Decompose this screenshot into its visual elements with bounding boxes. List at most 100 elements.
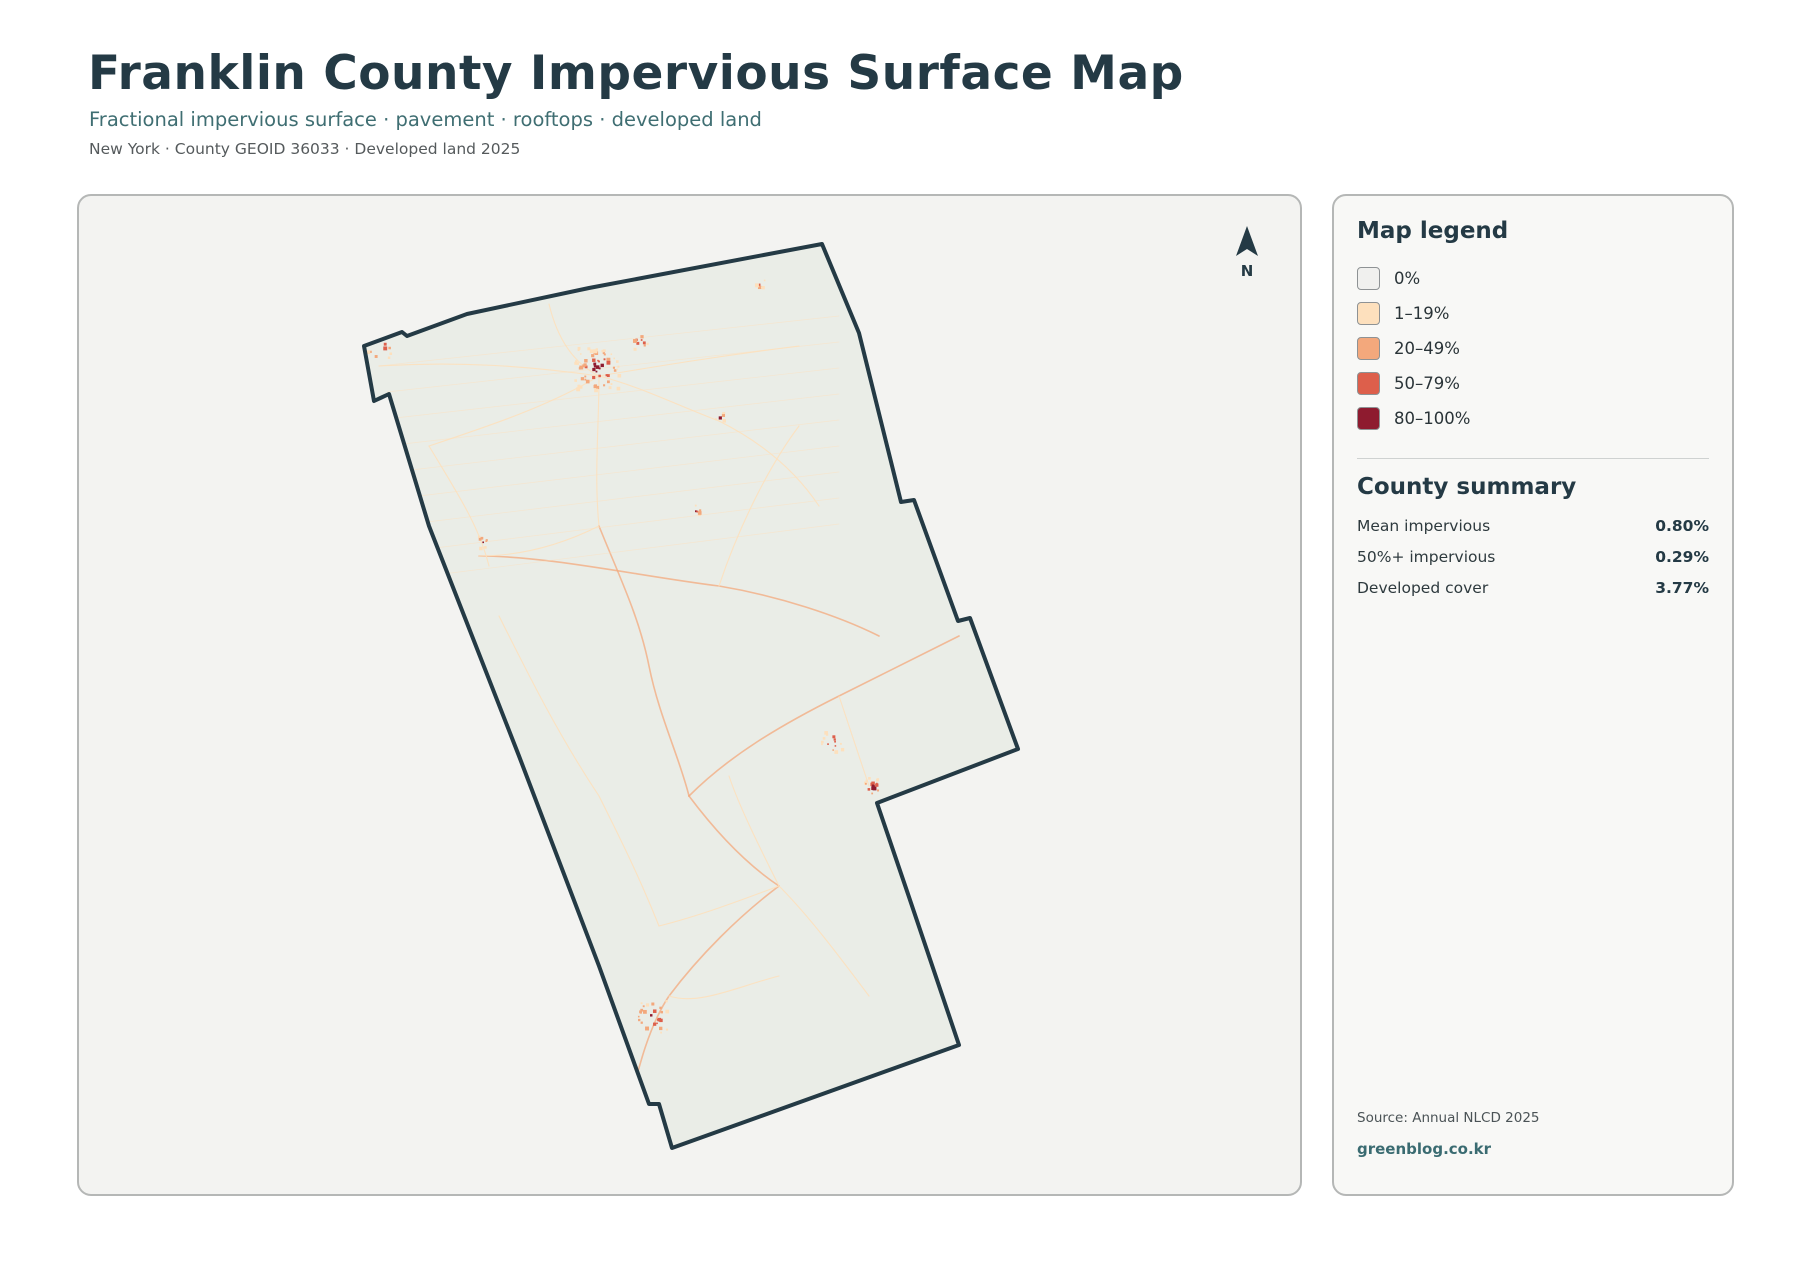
developed-pixel: [821, 743, 823, 746]
legend-swatch: [1357, 336, 1380, 360]
developed-pixel: [918, 832, 921, 835]
summary-label: 50%+ impervious: [1357, 548, 1496, 566]
developed-pixel: [613, 357, 615, 360]
legend-label: 1–19%: [1394, 303, 1450, 323]
developed-pixel: [642, 1005, 645, 1008]
website-link[interactable]: greenblog.co.kr: [1357, 1140, 1491, 1158]
developed-pixel: [876, 778, 880, 781]
developed-pixel: [645, 1026, 650, 1031]
developed-pixel: [714, 418, 717, 421]
developed-pixel: [650, 1014, 653, 1017]
developed-pixel: [593, 362, 597, 366]
developed-pixel: [904, 820, 908, 823]
developed-pixel: [617, 374, 620, 377]
developed-pixel: [612, 366, 615, 369]
north-arrow: N: [1236, 226, 1258, 280]
developed-pixel: [383, 342, 387, 346]
developed-pixel: [640, 1008, 644, 1012]
developed-pixel: [574, 379, 578, 382]
developed-pixel: [478, 537, 482, 541]
developed-pixel: [761, 286, 763, 289]
summary-value: 3.77%: [1655, 579, 1709, 597]
developed-pixel: [580, 353, 582, 355]
developed-pixel: [640, 339, 643, 341]
developed-pixel: [665, 1000, 668, 1003]
developed-pixel: [659, 1026, 663, 1031]
developed-pixel: [597, 359, 599, 362]
legend-label: 20–49%: [1394, 338, 1460, 358]
legend-item: 50–79%: [1357, 371, 1460, 395]
summary-row: Developed cover 3.77%: [1357, 577, 1709, 599]
developed-pixel: [642, 341, 646, 345]
developed-pixel: [365, 335, 368, 338]
developed-pixel: [389, 352, 393, 356]
legend-swatch: [1357, 266, 1380, 290]
developed-pixel: [718, 416, 722, 420]
developed-pixel: [911, 823, 916, 827]
developed-pixel: [721, 413, 726, 417]
legend-item: 20–49%: [1357, 336, 1460, 360]
developed-pixel: [840, 747, 845, 752]
developed-pixel: [592, 375, 596, 380]
developed-pixel: [907, 821, 910, 824]
legend-divider: [1357, 458, 1709, 459]
summary-value: 0.29%: [1655, 548, 1709, 566]
map-canvas[interactable]: N: [79, 196, 1302, 1196]
developed-pixel: [613, 369, 617, 372]
developed-pixel: [372, 336, 376, 340]
developed-pixel: [642, 1009, 647, 1014]
summary-label: Developed cover: [1357, 579, 1489, 597]
legend-swatch: [1357, 406, 1380, 430]
developed-pixel: [595, 370, 598, 373]
developed-pixel: [608, 386, 612, 390]
legend-item: 80–100%: [1357, 406, 1470, 430]
summary-value: 0.80%: [1655, 517, 1709, 535]
developed-pixel: [821, 740, 824, 744]
developed-pixel: [579, 385, 583, 389]
developed-pixel: [365, 334, 369, 338]
legend-item: 0%: [1357, 266, 1420, 290]
developed-pixel: [580, 377, 585, 381]
developed-pixel: [922, 829, 925, 832]
county-fill: [364, 244, 1018, 1148]
developed-pixel: [593, 384, 597, 389]
developed-pixel: [907, 819, 912, 824]
developed-pixel: [902, 832, 905, 836]
developed-pixel: [640, 1002, 643, 1005]
developed-pixel: [638, 1018, 641, 1022]
developed-pixel: [477, 535, 481, 538]
developed-pixel: [833, 738, 836, 741]
source-note: Source: Annual NLCD 2025: [1357, 1110, 1540, 1126]
developed-pixel: [484, 546, 487, 549]
developed-pixel: [867, 788, 871, 791]
developed-pixel: [374, 355, 378, 358]
developed-pixel: [640, 1021, 643, 1024]
developed-pixel: [905, 814, 909, 818]
legend-swatch: [1357, 371, 1380, 395]
developed-pixel: [665, 1028, 669, 1031]
map-panel[interactable]: N: [77, 194, 1302, 1196]
developed-pixel: [865, 779, 868, 782]
developed-pixel: [923, 830, 928, 835]
developed-pixel: [383, 346, 388, 351]
developed-pixel: [637, 1015, 640, 1018]
developed-pixel: [598, 374, 601, 378]
developed-pixel: [639, 1011, 642, 1014]
developed-pixel: [593, 349, 598, 354]
legend-label: 50–79%: [1394, 373, 1460, 393]
developed-pixel: [722, 419, 726, 423]
developed-pixel: [871, 781, 875, 785]
north-label: N: [1241, 262, 1254, 280]
developed-pixel: [605, 374, 608, 377]
developed-pixel: [603, 384, 606, 387]
developed-pixel: [372, 330, 374, 333]
summary-row: 50%+ impervious 0.29%: [1357, 546, 1709, 568]
developed-pixel: [832, 735, 836, 739]
developed-pixel: [595, 365, 600, 369]
developed-pixel: [643, 344, 646, 347]
developed-pixel: [904, 824, 907, 828]
developed-pixel: [839, 742, 842, 745]
developed-pixel: [584, 359, 588, 363]
developed-pixel: [697, 511, 702, 515]
developed-pixel: [587, 347, 591, 351]
